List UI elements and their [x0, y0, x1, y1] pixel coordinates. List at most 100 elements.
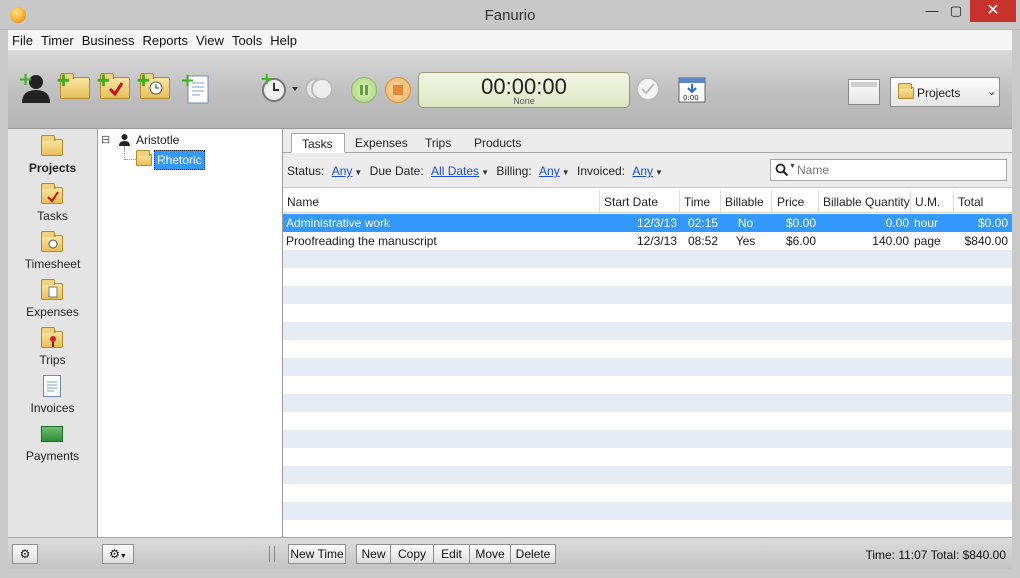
due-date-filter-label: Due Date: — [369, 164, 424, 178]
tree-settings-button[interactable]: ⚙▼ — [102, 544, 134, 564]
add-invoice-icon[interactable]: + — [180, 70, 212, 105]
cell-total: $840.00 — [964, 234, 1008, 248]
cell-price: $0.00 — [785, 216, 816, 230]
maximize-button[interactable]: ▢ — [946, 0, 966, 22]
billing-filter-link[interactable]: Any — [539, 164, 560, 178]
menu-reports[interactable]: Reports — [138, 30, 192, 48]
new-time-button[interactable]: New Time — [288, 544, 346, 564]
column-header-start-date[interactable]: Start Date — [604, 195, 658, 209]
column-header-billable[interactable]: Billable — [725, 195, 764, 209]
nav-item-payments[interactable]: Payments — [8, 449, 97, 463]
tab-expenses[interactable]: Expenses — [345, 133, 418, 153]
due-date-filter-link[interactable]: All Dates — [431, 164, 479, 178]
pause-timer-button[interactable] — [351, 77, 377, 103]
chevron-down-icon: ⌄ — [987, 86, 997, 98]
menu-file[interactable]: File — [8, 30, 37, 48]
add-client-icon[interactable]: + — [18, 69, 50, 105]
cell-start-date: 12/3/13 — [636, 216, 677, 230]
new-button[interactable]: New — [356, 544, 391, 564]
invoiced-filter-label: Invoiced: — [576, 164, 626, 178]
column-header-um[interactable]: U.M. — [915, 195, 940, 209]
time-import-icon[interactable]: 0:00 — [678, 75, 710, 107]
menu-timer[interactable]: Timer — [37, 30, 78, 48]
svg-text:+: + — [260, 73, 273, 88]
empty-row — [283, 466, 1012, 484]
nav-item-projects[interactable]: Projects — [8, 161, 97, 175]
table-row[interactable]: Proofreading the manuscript 12/3/13 08:5… — [283, 232, 1012, 250]
tab-trips[interactable]: Trips — [415, 133, 461, 153]
svg-text:0:00: 0:00 — [683, 94, 699, 102]
column-header-total[interactable]: Total — [958, 195, 983, 209]
add-time-entry-icon[interactable]: + — [260, 69, 298, 105]
menu-view[interactable]: View — [192, 30, 228, 48]
empty-row — [283, 322, 1012, 340]
menu-help[interactable]: Help — [266, 30, 301, 48]
add-task-icon[interactable]: + — [97, 70, 132, 109]
nav-item-expenses[interactable]: Expenses — [8, 305, 97, 319]
add-timesheet-icon[interactable]: + — [137, 70, 172, 109]
expenses-folder-icon — [41, 279, 63, 300]
delete-button[interactable]: Delete — [510, 544, 556, 564]
status-filter-link[interactable]: Any — [332, 164, 353, 178]
copy-button[interactable]: Copy — [390, 544, 434, 564]
tree-connector — [124, 146, 125, 160]
cell-billable: Yes — [735, 234, 756, 248]
multiple-timers-icon[interactable] — [304, 75, 336, 107]
tree-project-rhetoric[interactable]: Rhetoric — [154, 150, 205, 170]
tree-client-aristotle[interactable]: Aristotle — [136, 133, 179, 147]
toolbar: + + + + + + 00:00:00 None 0:00 Projects … — [8, 51, 1012, 129]
tab-tasks[interactable]: Tasks — [291, 133, 345, 153]
title-bar: Fanurio — ▢ ✕ — [0, 0, 1020, 30]
column-header-billable-quantity[interactable]: Billable Quantity — [823, 195, 910, 209]
tab-bar: Tasks Expenses Trips Products — [283, 129, 1012, 153]
nav-item-trips[interactable]: Trips — [8, 353, 97, 367]
projects-folder-icon — [41, 135, 63, 156]
nav-item-invoices[interactable]: Invoices — [8, 401, 97, 415]
splitter-handle[interactable] — [269, 546, 275, 562]
add-project-icon[interactable]: + — [57, 70, 92, 109]
invoice-icon — [43, 375, 61, 397]
bottom-bar: ⚙ ⚙▼ New Time New Copy Edit Move Delete … — [8, 537, 1012, 569]
column-header-time[interactable]: Time — [684, 195, 710, 209]
invoiced-filter-link[interactable]: Any — [632, 164, 653, 178]
cell-start-date: 12/3/13 — [636, 234, 677, 248]
empty-row — [283, 394, 1012, 412]
search-icon[interactable] — [775, 163, 789, 177]
menu-business[interactable]: Business — [78, 30, 139, 48]
move-button[interactable]: Move — [469, 544, 511, 564]
minimize-button[interactable]: — — [918, 0, 946, 22]
search-options-arrow-icon[interactable]: ▼ — [789, 163, 796, 170]
timer-check-icon[interactable] — [634, 75, 666, 107]
layout-toggle-button[interactable] — [848, 79, 880, 105]
table-header: Name ⁄ Start Date Time Billable Price Bi… — [283, 190, 1012, 213]
column-header-name[interactable]: Name — [287, 195, 319, 209]
status-filter-label: Status: — [287, 164, 325, 178]
search-input[interactable] — [797, 161, 1002, 179]
dropdown-arrow-icon: ▼ — [561, 168, 570, 177]
view-selector-dropdown[interactable]: Projects ⌄ — [890, 77, 1000, 107]
tab-products[interactable]: Products — [464, 133, 531, 153]
dropdown-arrow-icon: ▼ — [354, 168, 363, 177]
table-row[interactable]: Administrative work 12/3/13 02:15 No $0.… — [283, 214, 1012, 232]
search-box: ▼ — [770, 159, 1007, 181]
nav-item-tasks[interactable]: Tasks — [8, 209, 97, 223]
window-title: Fanurio — [484, 7, 536, 24]
view-selector-value: Projects — [917, 86, 961, 100]
empty-row — [283, 250, 1012, 268]
cell-name: Administrative work — [286, 216, 391, 230]
cell-time: 02:15 — [687, 216, 718, 230]
column-header-price[interactable]: Price — [777, 195, 804, 209]
close-button[interactable]: ✕ — [970, 0, 1016, 22]
collapse-toggle-icon[interactable]: ⊟ — [101, 133, 110, 146]
filter-bar: Status: Any ▼ Due Date: All Dates ▼ Billin… — [283, 153, 1012, 188]
empty-row — [283, 502, 1012, 520]
menu-tools[interactable]: Tools — [228, 30, 266, 48]
cell-um: page — [914, 234, 941, 248]
tree-connector — [124, 159, 136, 160]
navigation-settings-button[interactable]: ⚙ — [12, 544, 38, 564]
stop-timer-button[interactable] — [385, 77, 411, 103]
nav-item-timesheet[interactable]: Timesheet — [8, 257, 97, 271]
payment-card-icon — [41, 426, 63, 442]
edit-button[interactable]: Edit — [433, 544, 470, 564]
tasks-folder-icon — [41, 183, 63, 204]
